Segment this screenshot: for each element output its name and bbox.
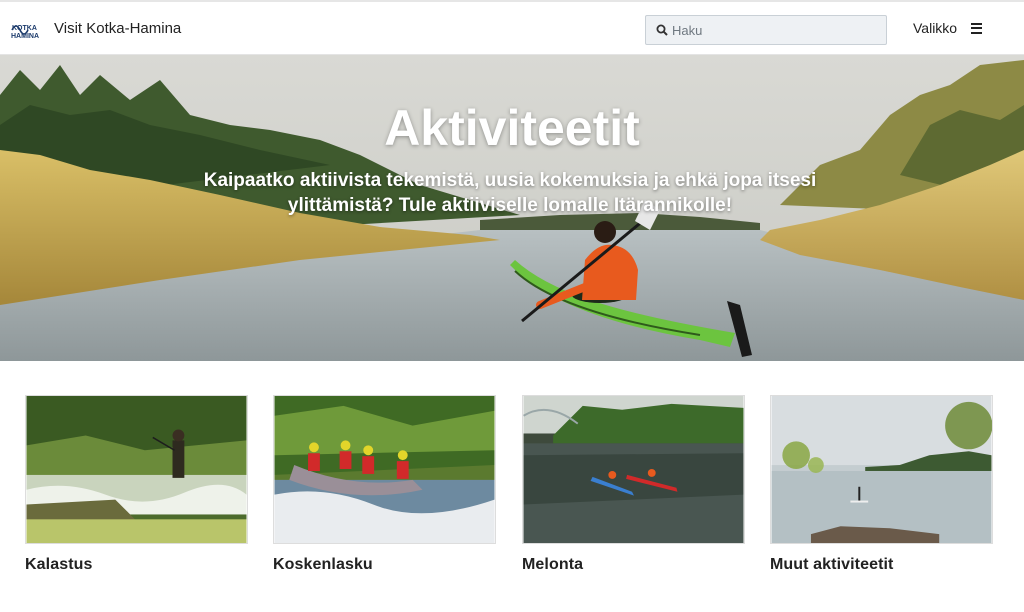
activity-cards: Kalastus Koskenlasku Melonta Muut aktivi…	[0, 361, 1024, 612]
logo-text-top: KOTKA	[12, 25, 37, 32]
hero-banner: Aktiviteetit Kaipaatko aktiivista tekemi…	[0, 55, 1024, 361]
site-title[interactable]: Visit Kotka-Hamina	[54, 20, 181, 37]
search-icon	[656, 24, 668, 36]
menu-label: Valikko	[913, 20, 958, 36]
kalastus-image	[25, 395, 248, 544]
search-input[interactable]	[672, 22, 872, 38]
hamburger-menu-icon	[971, 22, 983, 34]
card-kalastus[interactable]: Kalastus	[25, 395, 248, 574]
card-muut-aktiviteetit[interactable]: Muut aktiviteetit	[770, 395, 993, 574]
card-melonta[interactable]: Melonta	[522, 395, 745, 574]
card-label: Melonta	[522, 556, 584, 573]
muut-aktiviteetit-image	[770, 395, 993, 544]
card-label: Kalastus	[25, 556, 93, 573]
search-box[interactable]	[645, 15, 887, 45]
card-koskenlasku[interactable]: Koskenlasku	[273, 395, 496, 574]
hero-title: Aktiviteetit	[384, 100, 640, 156]
card-label: Muut aktiviteetit	[770, 556, 894, 573]
hero-subtitle: Kaipaatko aktiivista tekemistä, uusia ko…	[203, 170, 817, 216]
site-header: KOTKA HAMINA Visit Kotka-Hamina Valikko	[0, 0, 1024, 55]
melonta-image	[522, 395, 745, 544]
site-logo[interactable]: KOTKA HAMINA	[10, 20, 46, 40]
logo-text-bottom: HAMINA	[11, 33, 39, 40]
koskenlasku-image	[273, 395, 496, 544]
card-label: Koskenlasku	[273, 556, 373, 573]
menu-button[interactable]: Valikko	[913, 20, 983, 36]
